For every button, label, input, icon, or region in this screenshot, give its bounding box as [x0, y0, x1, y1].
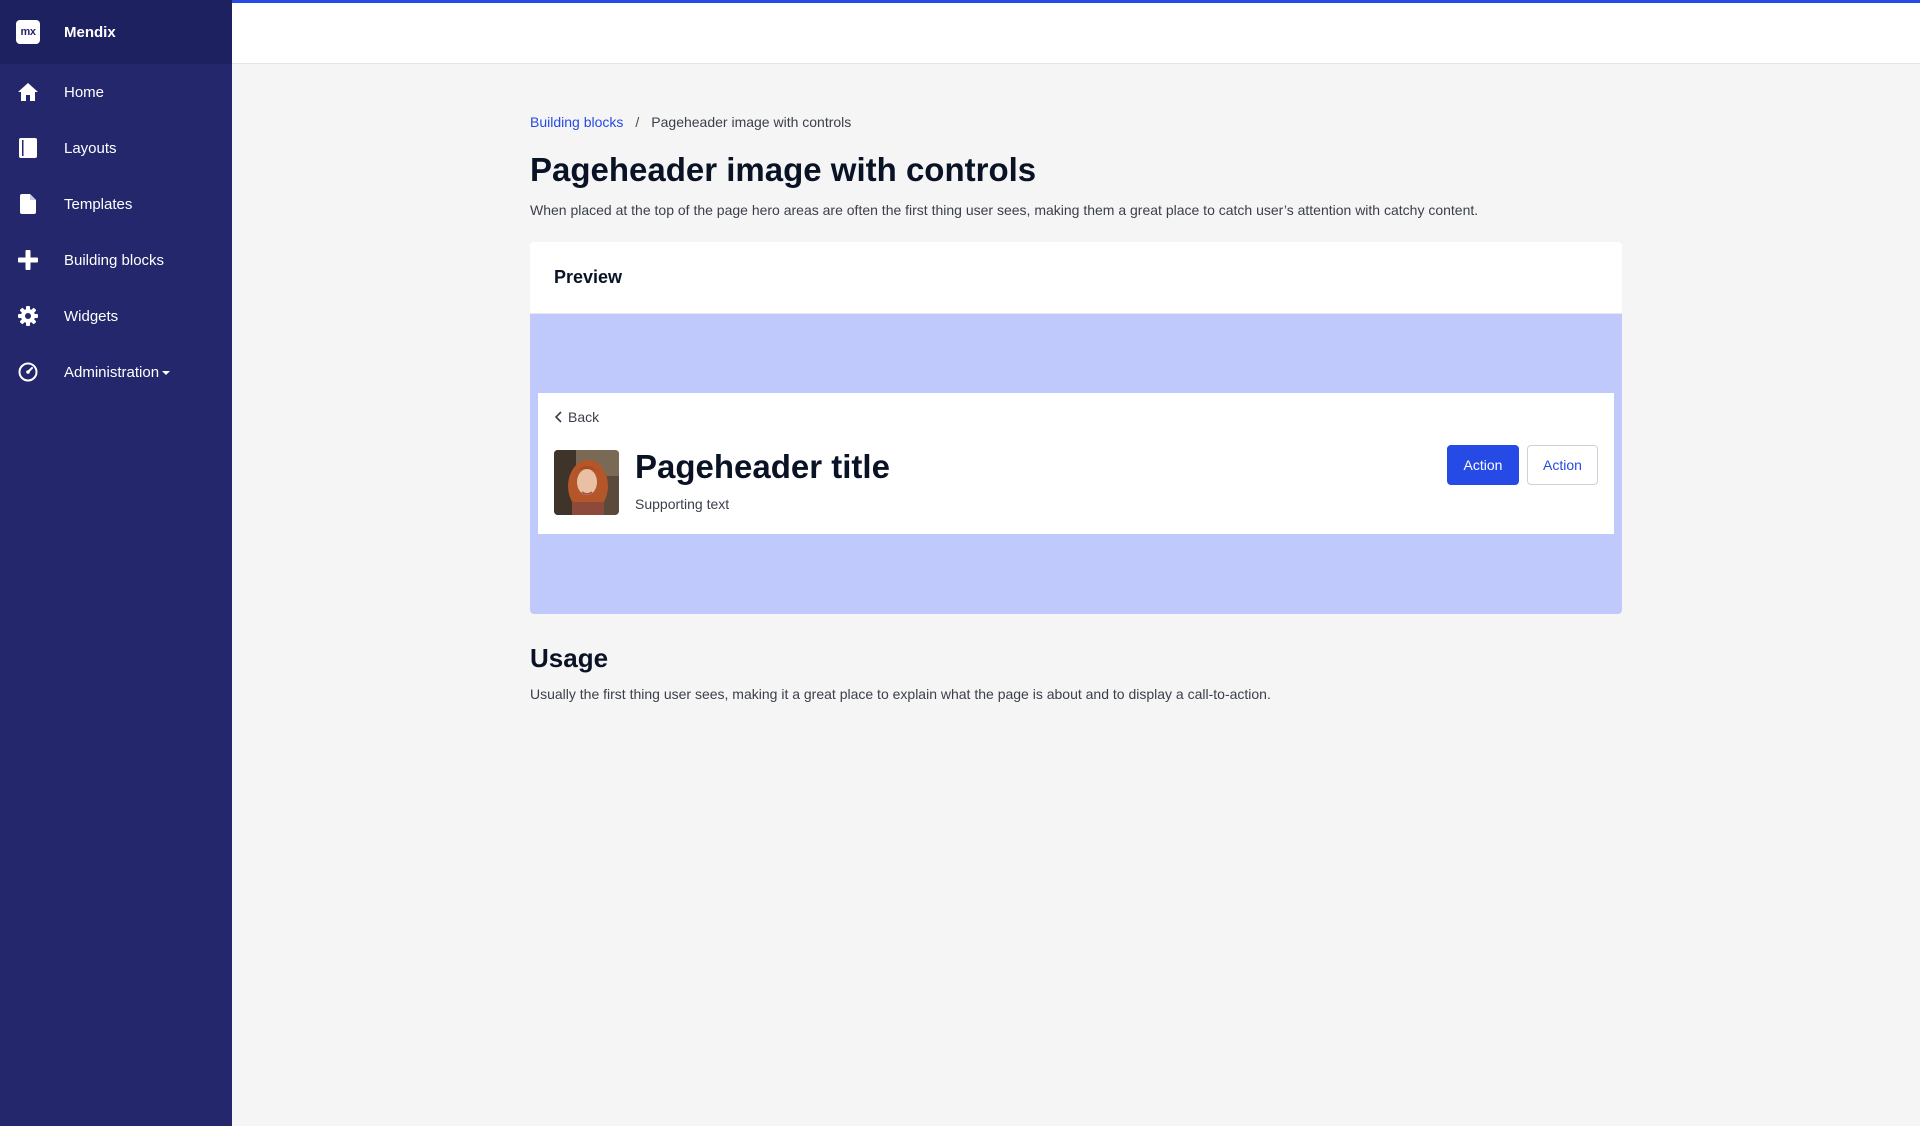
back-link[interactable]: Back	[554, 409, 599, 425]
breadcrumb: Building blocks / Pageheader image with …	[530, 110, 1622, 134]
page-description: When placed at the top of the page hero …	[530, 202, 1479, 218]
sidebar-item-label: Layouts	[64, 139, 117, 157]
preview-hero-area: Back Pageheader title Supporting text Ac…	[530, 314, 1622, 614]
book-icon	[18, 138, 38, 158]
secondary-action-button[interactable]: Action	[1527, 445, 1598, 485]
sidebar: mx Mendix Home Layouts Templates Buildin…	[0, 0, 232, 1126]
usage-title: Usage	[530, 643, 609, 673]
sidebar-item-label: Administration	[64, 363, 171, 381]
pageheader-title: Pageheader title	[635, 448, 890, 485]
back-label: Back	[568, 409, 600, 425]
breadcrumb-separator: /	[635, 114, 640, 130]
plus-icon	[18, 250, 38, 270]
breadcrumb-current: Pageheader image with controls	[651, 114, 852, 130]
pageheader: Back Pageheader title Supporting text Ac…	[538, 393, 1614, 534]
chevron-left-icon	[554, 411, 562, 423]
pageheader-avatar	[554, 450, 619, 515]
pageheader-supporting-text: Supporting text	[635, 496, 730, 512]
sidebar-item-label: Widgets	[64, 307, 119, 325]
sidebar-nav: Home Layouts Templates Building blocks W…	[0, 64, 232, 400]
gear-icon	[18, 306, 38, 326]
sidebar-item-templates[interactable]: Templates	[0, 176, 232, 232]
caret-down-icon	[162, 370, 171, 375]
primary-action-button[interactable]: Action	[1447, 445, 1519, 485]
brand[interactable]: mx Mendix	[0, 0, 232, 64]
top-bar	[232, 0, 1920, 64]
portrait-image	[554, 450, 619, 515]
sidebar-item-home[interactable]: Home	[0, 64, 232, 120]
preview-heading: Preview	[530, 242, 1622, 314]
sidebar-item-label: Building blocks	[64, 251, 165, 269]
main-content: Building blocks / Pageheader image with …	[530, 110, 1622, 704]
dashboard-icon	[18, 362, 38, 382]
preview-card: Preview Back Pageheader title Supporting…	[530, 242, 1622, 614]
page-title: Pageheader image with controls	[530, 151, 1037, 188]
sidebar-item-layouts[interactable]: Layouts	[0, 120, 232, 176]
usage-description: Usually the first thing user sees, makin…	[530, 686, 1271, 702]
sidebar-item-label: Home	[64, 83, 105, 101]
sidebar-item-widgets[interactable]: Widgets	[0, 288, 232, 344]
sidebar-item-administration[interactable]: Administration	[0, 344, 232, 400]
administration-label: Administration	[64, 363, 160, 381]
sidebar-item-building-blocks[interactable]: Building blocks	[0, 232, 232, 288]
breadcrumb-link-building-blocks[interactable]: Building blocks	[530, 114, 623, 130]
brand-name: Mendix	[64, 23, 116, 41]
mendix-logo-icon: mx	[16, 20, 40, 44]
sidebar-item-label: Templates	[64, 195, 133, 213]
home-icon	[18, 82, 38, 102]
file-icon	[18, 194, 38, 214]
